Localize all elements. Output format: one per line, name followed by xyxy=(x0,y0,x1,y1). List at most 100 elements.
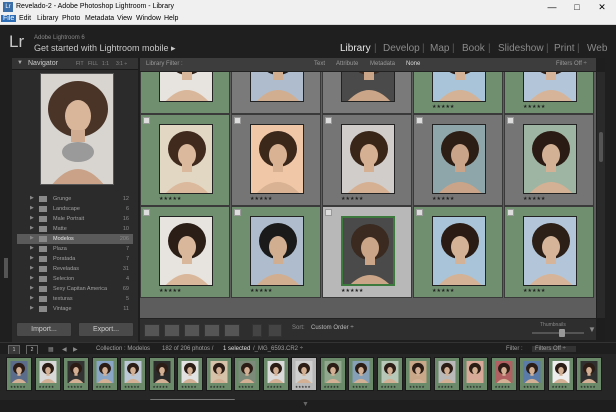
left-panel-toggle[interactable] xyxy=(0,58,12,363)
expand-triangle-icon[interactable]: ▶ xyxy=(30,205,34,211)
loupe-view-icon[interactable] xyxy=(164,324,180,337)
forward-arrow-icon[interactable]: ▶ xyxy=(73,346,78,353)
export-button[interactable]: Export... xyxy=(78,322,134,337)
folder-row[interactable]: ▶ Reveladas 31 xyxy=(17,264,133,274)
photo-thumbnail[interactable] xyxy=(250,124,304,194)
grid-scroll-thumb[interactable] xyxy=(599,132,603,162)
grid-cell[interactable]: ★★★★★ xyxy=(231,114,321,206)
toolbar-menu-icon[interactable]: ▼ xyxy=(588,325,596,334)
filmstrip-thumbnail[interactable]: ★★★★★ xyxy=(576,357,602,391)
photo-thumbnail[interactable] xyxy=(159,72,213,102)
grid-cell[interactable]: ★★★★★ xyxy=(231,206,321,298)
filter-attribute-tab[interactable]: Attribute xyxy=(336,61,358,67)
grid-cell[interactable]: ★★★★★ xyxy=(322,114,412,206)
menu-photo[interactable]: Photo xyxy=(62,15,80,22)
menu-edit[interactable]: Edit xyxy=(19,15,31,22)
close-button[interactable]: ✕ xyxy=(590,1,614,13)
filmstrip-thumbnail[interactable]: ★★★★★ xyxy=(205,357,232,391)
mobile-promo-link[interactable]: Get started with Lightroom mobile ▸ xyxy=(34,43,176,54)
survey-view-icon[interactable] xyxy=(204,324,220,337)
star-rating[interactable]: ★★★★★ xyxy=(341,196,363,202)
menu-view[interactable]: View xyxy=(117,15,132,22)
filmstrip-thumbnail[interactable]: ★★★★★ xyxy=(291,357,317,391)
minimize-button[interactable]: — xyxy=(540,1,564,13)
sort-direction-icon[interactable] xyxy=(268,324,282,337)
filmstrip-thumbnail[interactable]: ★★★★★ xyxy=(462,357,488,391)
grid-view-icon[interactable] xyxy=(144,324,160,337)
nav-fill[interactable]: FILL xyxy=(88,61,98,67)
star-rating[interactable]: ★★★★★ xyxy=(523,196,545,202)
menu-file[interactable]: File xyxy=(1,15,17,22)
pick-flag-icon[interactable] xyxy=(143,117,150,124)
expand-triangle-icon[interactable]: ▶ xyxy=(30,265,34,271)
photo-thumbnail[interactable] xyxy=(341,72,395,102)
import-button[interactable]: Import... xyxy=(16,322,72,337)
star-rating[interactable]: ★★★★★ xyxy=(159,288,181,294)
pick-flag-icon[interactable] xyxy=(234,117,241,124)
module-slideshow[interactable]: Slideshow xyxy=(498,43,544,54)
menu-metadata[interactable]: Metadata xyxy=(85,15,114,22)
navigator-preview[interactable] xyxy=(40,73,114,185)
folder-row[interactable]: ▶ Plaza 7 xyxy=(17,244,133,254)
module-develop[interactable]: Develop xyxy=(383,43,420,54)
filmstrip-thumbnail[interactable]: ★★★★★ xyxy=(433,357,460,391)
star-rating[interactable]: ★★★★★ xyxy=(250,196,272,202)
collapse-triangle-icon[interactable]: ▼ xyxy=(17,60,23,66)
navigator-header[interactable]: ▼ Navigator FIT FILL 1:1 3:1 ÷ xyxy=(12,58,138,70)
photo-thumbnail[interactable] xyxy=(250,216,304,286)
star-rating[interactable]: ★★★★★ xyxy=(523,104,545,110)
collection-source[interactable]: Collection : Modelos xyxy=(96,346,150,352)
filter-state-dropdown[interactable]: Filters Off ÷ xyxy=(556,61,587,67)
photo-thumbnail[interactable] xyxy=(432,72,486,102)
grid-cell[interactable] xyxy=(140,72,230,114)
compare-view-icon[interactable] xyxy=(184,324,200,337)
photo-thumbnail[interactable] xyxy=(523,72,577,102)
menu-library[interactable]: Library xyxy=(37,15,58,22)
filmstrip-thumbnail[interactable]: ★★★★★ xyxy=(547,357,574,391)
grid-cell[interactable]: ★★★★★ xyxy=(504,72,594,114)
module-library[interactable]: Library xyxy=(340,43,371,54)
menu-window[interactable]: Window xyxy=(136,15,161,22)
filmstrip-filter-dropdown[interactable]: Filters Off ÷ xyxy=(532,346,576,352)
filter-none-tab[interactable]: None xyxy=(406,61,420,67)
nav-fit[interactable]: FIT xyxy=(76,61,84,67)
grid-cell[interactable] xyxy=(231,72,321,114)
right-panel-toggle[interactable] xyxy=(605,58,616,363)
nav-3to1[interactable]: 3:1 ÷ xyxy=(116,61,127,67)
folder-row[interactable]: ▶ Matte 10 xyxy=(17,224,133,234)
filmstrip-thumbnail[interactable]: ★★★★★ xyxy=(148,357,175,391)
expand-triangle-icon[interactable]: ▶ xyxy=(30,285,34,291)
folder-row[interactable]: ▶ Male Portrait 16 xyxy=(17,214,133,224)
pick-flag-icon[interactable] xyxy=(416,209,423,216)
grid-cell[interactable]: ★★★★★ xyxy=(413,72,503,114)
star-rating[interactable]: ★★★★★ xyxy=(159,196,181,202)
filmstrip-thumbnail[interactable]: ★★★★★ xyxy=(405,357,431,391)
folder-row[interactable]: ▶ Poratada 7 xyxy=(17,254,133,264)
filmstrip-thumbnail[interactable]: ★★★★★ xyxy=(6,357,32,391)
grid-cell[interactable]: ★★★★★ xyxy=(140,206,230,298)
filmstrip-thumbnail[interactable]: ★★★★★ xyxy=(120,357,146,391)
filmstrip-thumbnail[interactable]: ★★★★★ xyxy=(177,357,203,391)
photo-thumbnail[interactable] xyxy=(159,124,213,194)
star-rating[interactable]: ★★★★★ xyxy=(432,288,454,294)
folder-row[interactable]: ▶ Selecion 4 xyxy=(17,274,133,284)
folder-row[interactable]: ▶ Sexy Capitan America 69 xyxy=(17,284,133,294)
back-arrow-icon[interactable]: ◀ xyxy=(62,346,67,353)
grid-cell[interactable]: ★★★★★ xyxy=(504,114,594,206)
expand-triangle-icon[interactable]: ▶ xyxy=(30,195,34,201)
nav-1to1[interactable]: 1:1 xyxy=(102,61,109,67)
photo-thumbnail[interactable] xyxy=(432,124,486,194)
module-print[interactable]: Print xyxy=(554,43,575,54)
pick-flag-icon[interactable] xyxy=(416,117,423,124)
star-rating[interactable]: ★★★★★ xyxy=(432,104,454,110)
expand-triangle-icon[interactable]: ▶ xyxy=(30,245,34,251)
module-book[interactable]: Book xyxy=(462,43,485,54)
thumbnail-slider-knob[interactable] xyxy=(559,329,565,337)
grid-cell[interactable] xyxy=(322,72,412,114)
star-rating[interactable]: ★★★★★ xyxy=(432,196,454,202)
filmstrip-thumbnail[interactable]: ★★★★★ xyxy=(319,357,346,391)
sort-dropdown[interactable]: Custom Order ÷ xyxy=(311,325,354,331)
maximize-button[interactable]: □ xyxy=(565,1,589,13)
filmstrip-thumbnail[interactable]: ★★★★★ xyxy=(490,357,517,391)
folder-row[interactable]: ▶ texturas 5 xyxy=(17,294,133,304)
